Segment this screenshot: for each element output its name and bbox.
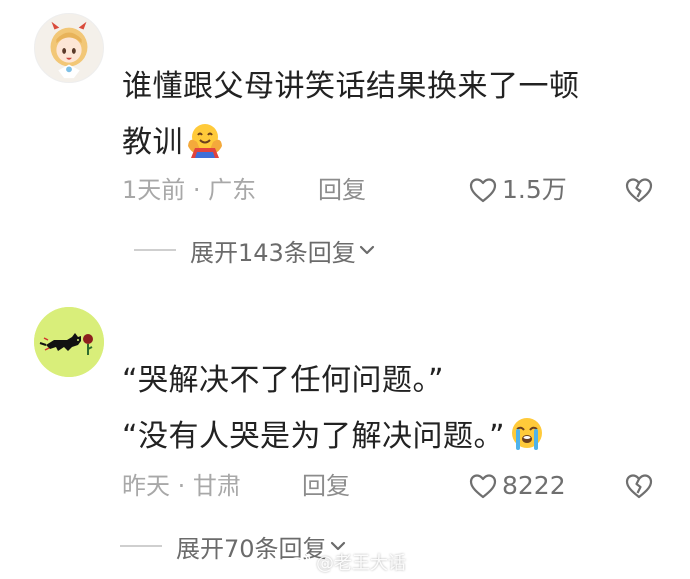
comment-meta: 昨天 · 甘肃 回复 8222: [122, 468, 654, 504]
comment-text-fragment: “没有人哭是为了解决问题。”: [122, 419, 506, 454]
like-count: 1.5万: [502, 175, 567, 204]
chevron-down-icon: [359, 245, 374, 255]
comment-text-line: 谁懂跟父母讲笑话结果换来了一顿: [122, 69, 580, 104]
divider-line: [134, 249, 176, 251]
reply-button[interactable]: 回复: [318, 172, 366, 208]
comment-text: 谁懂跟父母讲笑话结果换来了一顿 教训: [122, 59, 650, 171]
like-button[interactable]: 1.5万: [468, 172, 567, 208]
comment-location: 广东: [208, 176, 257, 204]
watermark: @老王大话: [288, 548, 406, 576]
avatar[interactable]: [34, 13, 104, 83]
like-button[interactable]: 8222: [468, 468, 566, 504]
comment-text-fragment: 教训: [122, 125, 183, 160]
heart-icon: [469, 474, 497, 499]
comment-item: 谁懂跟父母讲笑话结果换来了一顿 教训 1天前 · 广东 回复 1.5万 展开14…: [0, 0, 690, 290]
meta-separator: ·: [170, 472, 193, 500]
heart-icon: [469, 178, 497, 203]
reply-button[interactable]: 回复: [302, 468, 350, 504]
comment-time: 1天前: [122, 176, 186, 204]
loudly-crying-face-emoji-icon: [507, 416, 547, 452]
comment-text: “哭解决不了任何问题。” “没有人哭是为了解决问题。”: [122, 353, 650, 465]
comment-text-line: “没有人哭是为了解决问题。”: [122, 409, 650, 465]
comment-time: 昨天: [122, 472, 170, 500]
expand-replies-label: 展开143条回复: [190, 238, 356, 267]
like-count: 8222: [502, 471, 566, 500]
avatar[interactable]: [34, 307, 104, 377]
expand-replies-button[interactable]: 展开143条回复: [134, 232, 376, 268]
broken-heart-icon[interactable]: [624, 471, 654, 501]
meta-separator: ·: [185, 176, 209, 204]
time-location: 1天前 · 广东: [122, 172, 256, 208]
time-location: 昨天 · 甘肃: [122, 468, 241, 504]
broken-heart-icon[interactable]: [624, 175, 654, 205]
comment-item: “哭解决不了任何问题。” “没有人哭是为了解决问题。” 昨天 · 甘肃 回复 8…: [0, 290, 690, 579]
watermark-text: @老王大话: [316, 553, 406, 574]
comment-meta: 1天前 · 广东 回复 1.5万: [122, 172, 654, 208]
hugging-face-emoji-icon: [185, 122, 225, 158]
comment-text-line: 教训: [122, 115, 650, 171]
comment-text-line: “哭解决不了任何问题。”: [122, 363, 445, 398]
comment-location: 甘肃: [192, 472, 241, 500]
divider-line: [120, 545, 162, 547]
weibo-logo-icon: [288, 553, 310, 571]
